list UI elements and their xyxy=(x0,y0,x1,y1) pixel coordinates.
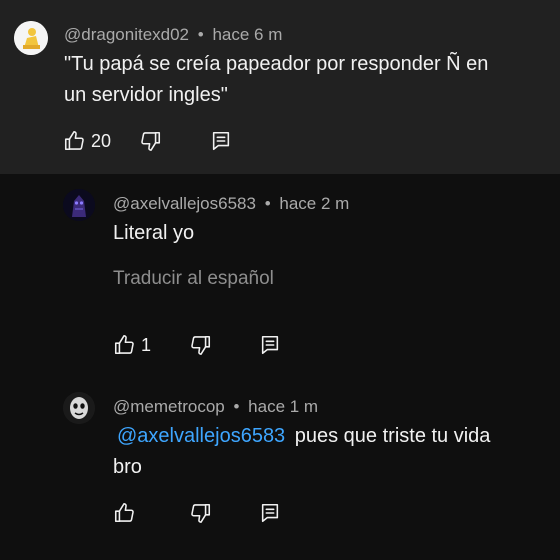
comment-author[interactable]: @memetrocop xyxy=(113,397,225,416)
comment-text-line: bro xyxy=(113,456,142,478)
meta-separator: • xyxy=(197,25,204,44)
thumbs-down-icon xyxy=(140,130,162,152)
dislike-button[interactable] xyxy=(190,502,212,524)
comment-author[interactable]: @axelvallejos6583 xyxy=(113,194,256,213)
comment-meta: @memetrocop • hace 1 m xyxy=(113,397,318,417)
comment-icon xyxy=(210,130,232,152)
comment-text-line: un servidor ingles" xyxy=(64,84,228,106)
comment-time: hace 1 m xyxy=(248,397,319,416)
comment-icon xyxy=(259,334,281,356)
user-mention-link[interactable]: @axelvallejos6583 xyxy=(113,425,289,447)
dark-purple-creature-avatar-icon[interactable] xyxy=(63,189,95,221)
like-button[interactable]: 20 xyxy=(63,130,111,152)
thumbs-up-icon xyxy=(113,334,135,356)
comment-text: "Tu papá se creía papeador por responder… xyxy=(64,49,544,111)
reply-button[interactable] xyxy=(210,130,232,152)
like-count: 1 xyxy=(141,334,152,355)
dislike-button[interactable] xyxy=(140,130,162,152)
thumbs-down-icon xyxy=(190,334,212,356)
meta-separator: • xyxy=(264,194,271,213)
comment-time: hace 6 m xyxy=(212,25,283,44)
reply-button[interactable] xyxy=(259,334,281,356)
comment-author[interactable]: @dragonitexd02 xyxy=(64,25,189,44)
reply-button[interactable] xyxy=(259,502,281,524)
yellow-figure-avatar-icon[interactable] xyxy=(14,21,48,55)
dislike-button[interactable] xyxy=(190,334,212,356)
comment-text-line: "Tu papá se creía papeador por responder… xyxy=(64,53,489,75)
mask-face-avatar-icon[interactable] xyxy=(63,392,95,424)
meta-separator: • xyxy=(233,397,240,416)
like-button[interactable]: 1 xyxy=(113,334,151,356)
comment-text: @axelvallejos6583 pues que triste tu vid… xyxy=(113,421,543,483)
comment-text-segment: pues que triste tu vida xyxy=(294,425,491,447)
thumbs-down-icon xyxy=(190,502,212,524)
comment-text: Literal yo xyxy=(113,222,195,244)
thumbs-up-icon xyxy=(113,502,135,524)
thumbs-up-icon xyxy=(63,130,85,152)
comment-icon xyxy=(259,502,281,524)
comment-time: hace 2 m xyxy=(279,194,350,213)
comment-meta: @axelvallejos6583 • hace 2 m xyxy=(113,194,349,214)
translate-link[interactable]: Traducir al español xyxy=(113,268,274,290)
comment-meta: @dragonitexd02 • hace 6 m xyxy=(64,25,282,45)
like-count: 20 xyxy=(91,130,112,151)
like-button[interactable] xyxy=(113,502,135,524)
highlighted-comment: @dragonitexd02 • hace 6 m "Tu papá se cr… xyxy=(0,0,560,174)
